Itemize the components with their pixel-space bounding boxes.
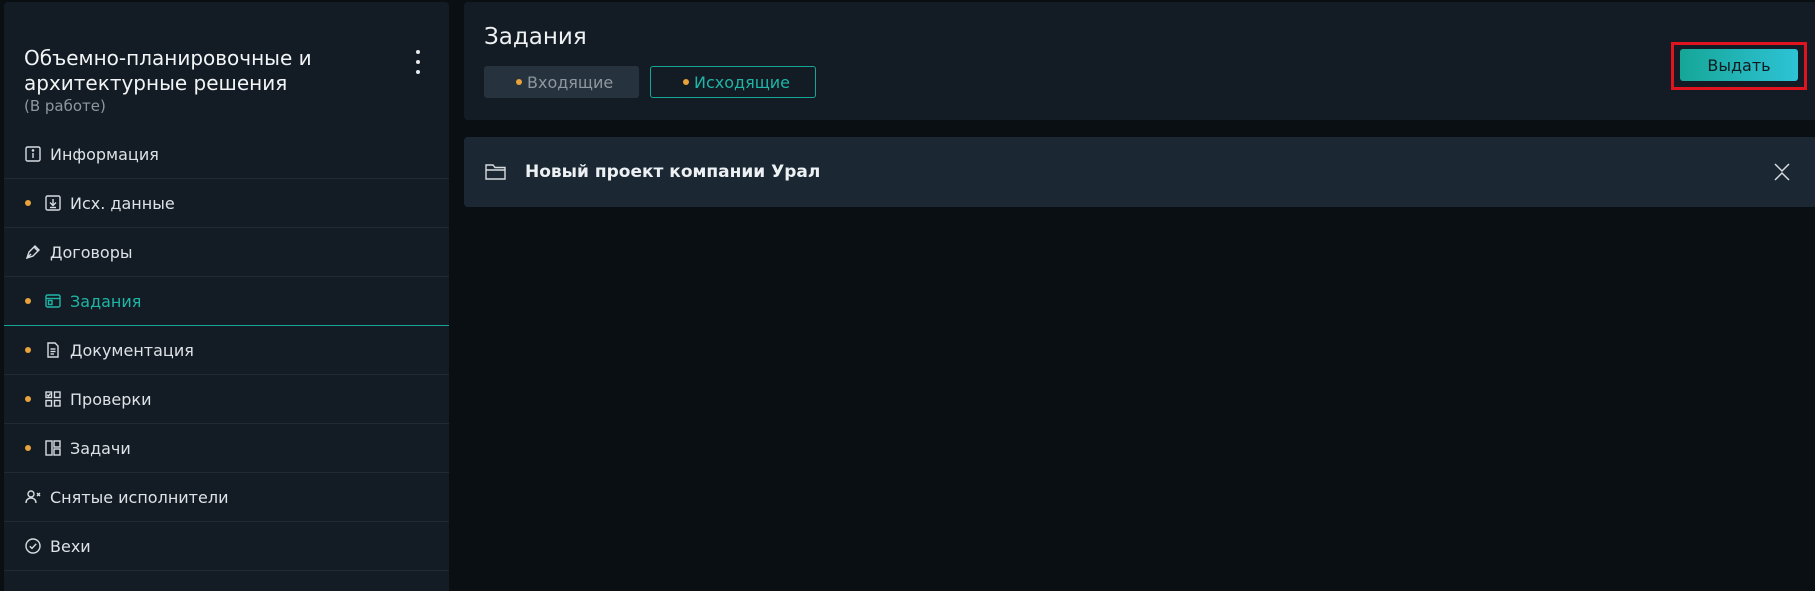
more-options-icon[interactable] xyxy=(413,50,423,74)
sidebar-item-checks[interactable]: Проверки xyxy=(4,375,449,424)
check-grid-icon xyxy=(44,390,62,408)
sidebar-item-label: Договоры xyxy=(50,242,133,262)
sidebar-item-removed-executors[interactable]: Снятые исполнители xyxy=(4,473,449,522)
user-remove-icon xyxy=(24,488,42,506)
info-icon xyxy=(24,145,42,163)
sidebar-item-label: Исх. данные xyxy=(70,193,175,213)
sidebar-item-tasks[interactable]: Задачи xyxy=(4,424,449,473)
check-circle-icon xyxy=(24,537,42,555)
project-name: Новый проект компании Урал xyxy=(525,162,821,182)
sidebar-item-milestones[interactable]: Вехи xyxy=(4,522,449,571)
document-icon xyxy=(44,341,62,359)
sidebar-item-label: Проверки xyxy=(70,389,152,409)
main-header: Задания Входящие Исходящие Выдать xyxy=(464,2,1815,120)
notification-dot xyxy=(25,347,31,353)
sidebar-header: Объемно-планировочные и архитектурные ре… xyxy=(4,2,449,130)
issue-button[interactable]: Выдать xyxy=(1680,49,1798,81)
sidebar-item-contracts[interactable]: Договоры xyxy=(4,228,449,277)
notification-dot xyxy=(516,79,522,85)
notification-dot xyxy=(25,396,31,402)
sidebar-item-label: Задания xyxy=(70,291,142,311)
notification-dot xyxy=(25,445,31,451)
notification-dot xyxy=(25,200,31,206)
notification-dot xyxy=(683,79,689,85)
window-icon xyxy=(44,292,62,310)
section-title: Объемно-планировочные и архитектурные ре… xyxy=(24,46,312,95)
tabs: Входящие Исходящие xyxy=(484,66,816,98)
sidebar: Объемно-планировочные и архитектурные ре… xyxy=(4,2,449,591)
sidebar-item-label: Снятые исполнители xyxy=(50,487,229,507)
sidebar-item-label: Задачи xyxy=(70,438,131,458)
sidebar-item-info[interactable]: Информация xyxy=(4,130,449,179)
sidebar-item-label: Вехи xyxy=(50,536,91,556)
tab-label: Входящие xyxy=(527,72,614,92)
board-icon xyxy=(44,439,62,457)
tab-outgoing[interactable]: Исходящие xyxy=(650,66,816,98)
highlight-box: Выдать xyxy=(1671,42,1807,90)
tab-incoming[interactable]: Входящие xyxy=(484,66,639,98)
sidebar-item-tasks-assignments[interactable]: Задания xyxy=(4,277,449,326)
pen-nib-icon xyxy=(24,243,42,261)
sidebar-item-label: Документация xyxy=(70,340,194,360)
sidebar-item-source-data[interactable]: Исх. данные xyxy=(4,179,449,228)
collapse-icon[interactable] xyxy=(1773,162,1791,182)
sidebar-item-label: Информация xyxy=(50,144,159,164)
notification-dot xyxy=(25,298,31,304)
tab-label: Исходящие xyxy=(694,72,791,92)
download-box-icon xyxy=(44,194,62,212)
project-row[interactable]: Новый проект компании Урал xyxy=(464,137,1815,207)
page-title: Задания xyxy=(484,24,587,50)
section-status: (В работе) xyxy=(24,97,106,115)
sidebar-nav: Информация Исх. данные Договоры Задания xyxy=(4,130,449,571)
sidebar-item-documentation[interactable]: Документация xyxy=(4,326,449,375)
folder-icon xyxy=(485,164,506,180)
